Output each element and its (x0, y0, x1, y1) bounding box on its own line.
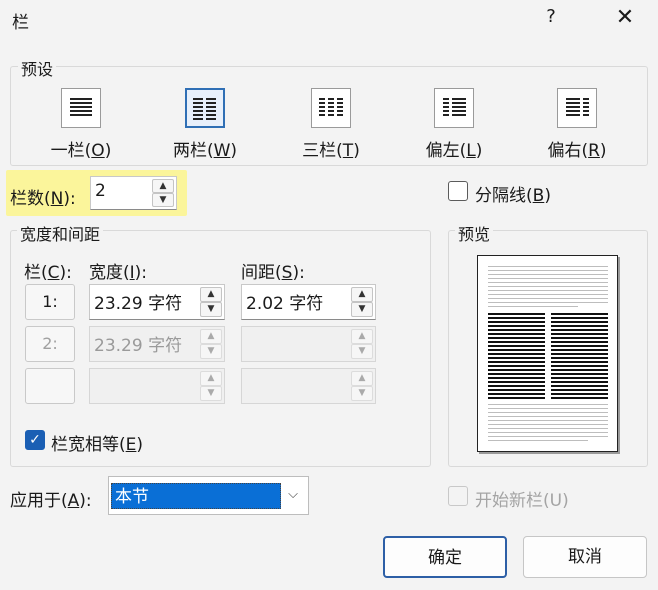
preset-one-column[interactable]: 一栏(O) (26, 88, 136, 161)
preview-column-right (551, 313, 608, 399)
help-button[interactable]: ? (539, 6, 563, 32)
spin-up-button: ▲ (351, 371, 373, 386)
column-1-width-spinner[interactable]: 23.29 字符 ▲ ▼ (89, 284, 225, 320)
spin-up-button[interactable]: ▲ (152, 179, 174, 193)
preset-right-column[interactable]: 偏右(R) (522, 88, 632, 161)
column-1-spacing-spinner[interactable]: 2.02 字符 ▲ ▼ (241, 284, 376, 320)
right-column-icon (557, 88, 597, 128)
spin-up-button[interactable]: ▲ (351, 287, 373, 302)
separator-checkbox[interactable] (448, 181, 468, 201)
spin-down-button[interactable]: ▼ (152, 193, 174, 207)
spin-up-button: ▲ (200, 371, 222, 386)
spin-up-button: ▲ (200, 329, 222, 344)
spin-down-button: ▼ (200, 344, 222, 359)
spin-down-button: ▼ (351, 344, 373, 359)
one-column-icon (61, 88, 101, 128)
spacing-header: 间距(S): (241, 263, 305, 283)
ok-button[interactable]: 确定 (383, 536, 507, 578)
preset-two-columns[interactable]: 两栏(W) (150, 88, 260, 161)
columns-count-value: 2 (95, 181, 106, 201)
column-2-width-spinner: 23.29 字符 ▲ ▼ (89, 326, 225, 362)
spin-up-button[interactable]: ▲ (200, 287, 222, 302)
close-button[interactable]: ✕ (608, 4, 642, 34)
spin-down-button: ▼ (351, 386, 373, 401)
equal-width-checkbox[interactable]: ✓ (25, 430, 45, 450)
apply-to-label: 应用于(A): (10, 491, 92, 511)
column-3-spacing-spinner: ▲ ▼ (241, 368, 376, 404)
apply-to-value: 本节 (111, 483, 281, 509)
checkmark-icon: ✓ (29, 432, 41, 448)
preview-group-label: 预览 (455, 221, 494, 245)
column-number-1[interactable]: 1: (25, 284, 75, 320)
spin-down-button[interactable]: ▼ (351, 302, 373, 317)
cancel-button[interactable]: 取消 (523, 536, 647, 578)
equal-width-label: 栏宽相等(E) (51, 435, 144, 455)
width-spacing-group-label: 宽度和间距 (17, 221, 104, 245)
two-columns-icon (185, 88, 225, 128)
separator-label: 分隔线(B) (475, 186, 551, 206)
presets-group-label: 预设 (18, 56, 57, 80)
preset-three-columns[interactable]: 三栏(T) (276, 88, 386, 161)
width-header: 宽度(I): (89, 263, 148, 283)
columns-count-spinner[interactable]: 2 ▲ ▼ (90, 176, 177, 210)
new-column-label: 开始新栏(U) (475, 491, 569, 511)
spin-up-button: ▲ (351, 329, 373, 344)
column-1-spacing-value: 2.02 字符 (246, 294, 324, 314)
chevron-down-icon[interactable]: ⌵ (282, 483, 304, 509)
column-2-spacing-spinner: ▲ ▼ (241, 326, 376, 362)
columns-count-label: 栏数(N): (10, 189, 76, 209)
column-1-width-value: 23.29 字符 (94, 294, 183, 314)
three-columns-icon (311, 88, 351, 128)
dialog-title: 栏 (12, 13, 29, 33)
column-number-3 (25, 368, 75, 404)
spin-down-button[interactable]: ▼ (200, 302, 222, 317)
spin-down-button: ▼ (200, 386, 222, 401)
preview-column-left (488, 313, 545, 399)
preview-page (477, 255, 618, 452)
column-number-2: 2: (25, 326, 75, 362)
preset-left-column[interactable]: 偏左(L) (399, 88, 509, 161)
column-3-width-spinner: ▲ ▼ (89, 368, 225, 404)
new-column-checkbox (448, 486, 468, 506)
col-header: 栏(C): (24, 263, 72, 283)
left-column-icon (434, 88, 474, 128)
column-2-width-value: 23.29 字符 (94, 336, 183, 356)
apply-to-select[interactable]: 本节 ⌵ (108, 476, 309, 515)
